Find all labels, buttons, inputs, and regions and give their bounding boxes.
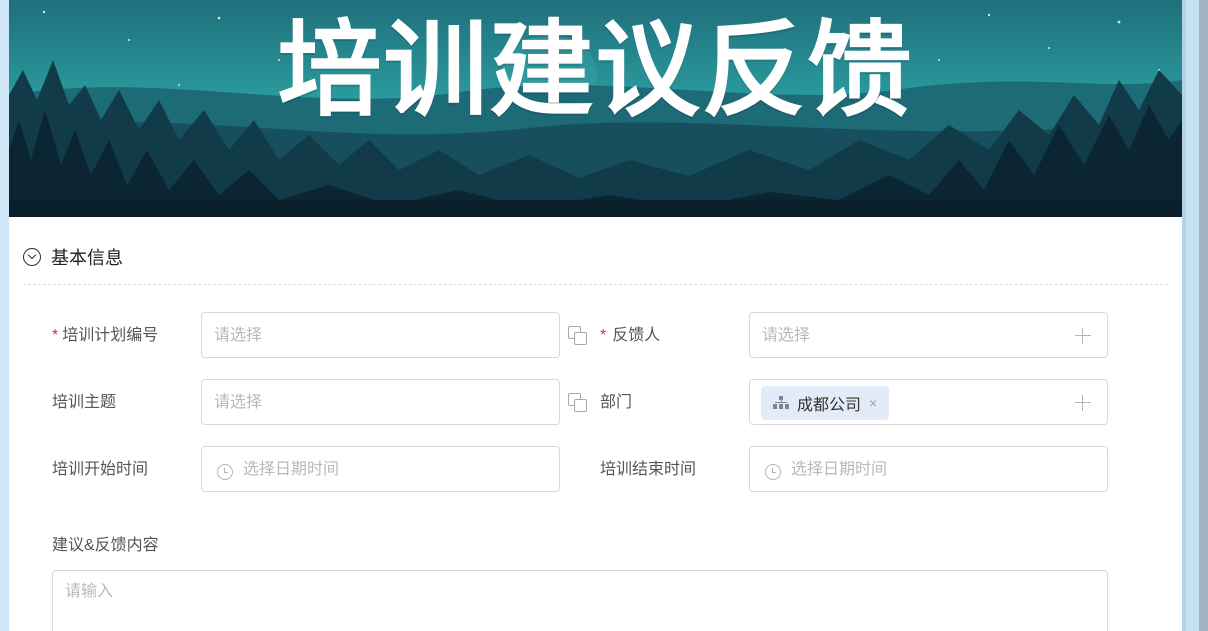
- right-scroll-area: [1182, 0, 1208, 631]
- label-end-time: 培训结束时间: [600, 461, 697, 478]
- copy-icon[interactable]: [568, 326, 588, 346]
- start-time-picker[interactable]: 选择日期时间: [201, 446, 560, 492]
- chevron-down-circle-icon[interactable]: [23, 248, 41, 266]
- left-background: [0, 0, 9, 631]
- start-time-placeholder: 选择日期时间: [243, 461, 340, 478]
- section-title: 基本信息: [51, 248, 123, 268]
- label-plan-no-text: 培训计划编号: [62, 327, 159, 344]
- org-tree-icon: [773, 396, 789, 410]
- copy-icon[interactable]: [568, 393, 588, 413]
- section-divider: [23, 284, 1168, 285]
- end-time-placeholder: 选择日期时间: [791, 461, 888, 478]
- department-select[interactable]: 成都公司 ×: [749, 379, 1108, 425]
- label-feedbacker-text: 反馈人: [612, 327, 661, 344]
- plan-no-placeholder: 请选择: [214, 327, 263, 344]
- end-time-picker[interactable]: 选择日期时间: [749, 446, 1108, 492]
- label-department: 部门: [600, 394, 633, 411]
- section-header-basic-info[interactable]: 基本信息: [23, 238, 123, 276]
- page-scrollbar[interactable]: [1199, 0, 1208, 631]
- label-topic: 培训主题: [52, 394, 117, 411]
- label-content: 建议&反馈内容: [52, 537, 159, 554]
- feedbacker-select[interactable]: 请选择: [749, 312, 1108, 358]
- department-tag-label: 成都公司: [797, 397, 862, 414]
- plan-no-select[interactable]: 请选择: [201, 312, 560, 358]
- clock-icon: [765, 464, 781, 480]
- required-mark: *: [52, 327, 59, 344]
- form-card: 培训建议反馈 基本信息 * 培训计划编号 请选择 * 反馈人 请选择 培训主题 请选…: [9, 0, 1182, 631]
- plus-icon[interactable]: [1075, 395, 1091, 411]
- label-plan-no: * 培训计划编号: [52, 326, 158, 346]
- content-placeholder: 请输入: [65, 583, 114, 600]
- department-tag: 成都公司 ×: [761, 386, 890, 420]
- banner: 培训建议反馈: [9, 0, 1182, 217]
- feedbacker-placeholder: 请选择: [762, 327, 811, 344]
- label-feedbacker: * 反馈人: [600, 326, 660, 346]
- clock-icon: [217, 464, 233, 480]
- topic-select[interactable]: 请选择: [201, 379, 560, 425]
- topic-placeholder: 请选择: [214, 394, 263, 411]
- card-shadow-edge: [1182, 0, 1186, 631]
- label-start-time: 培训开始时间: [52, 461, 149, 478]
- close-icon[interactable]: ×: [869, 396, 877, 410]
- banner-title: 培训建议反馈: [277, 9, 914, 131]
- required-mark: *: [600, 327, 607, 344]
- content-textarea[interactable]: 请输入: [52, 570, 1108, 631]
- plus-icon[interactable]: [1075, 328, 1091, 344]
